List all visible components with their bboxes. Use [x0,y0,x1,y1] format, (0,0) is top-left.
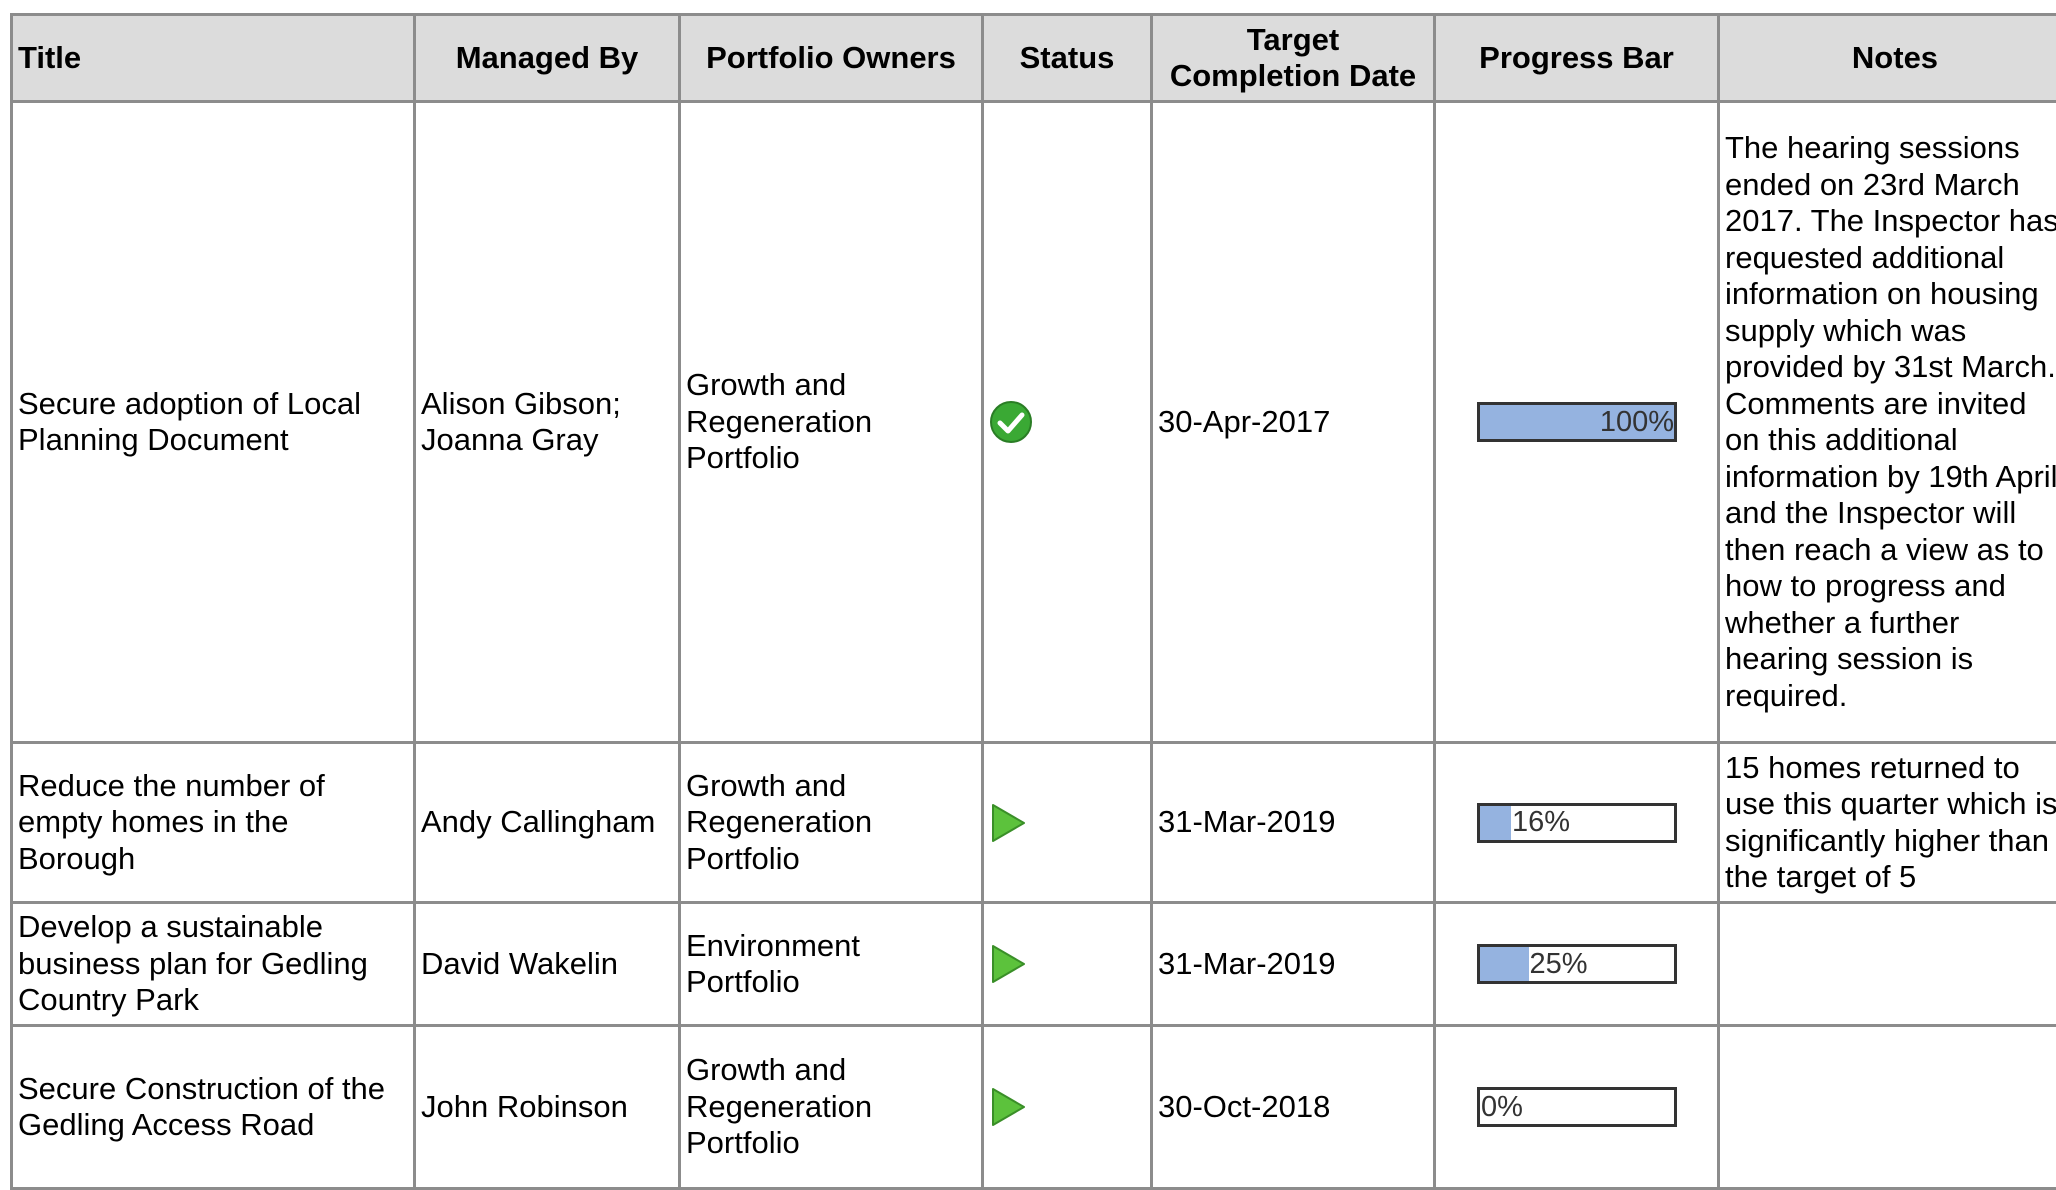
progress-label: 25% [1530,947,1588,981]
row-title: Secure Construction of the Gedling Acces… [12,1026,415,1189]
play-arrow-icon [989,1086,1027,1128]
row-managed-by: David Wakelin [415,903,680,1026]
table-row: Secure adoption of Local Planning Docume… [12,102,2056,743]
row-status [983,1026,1152,1189]
row-title: Develop a sustainable business plan for … [12,903,415,1026]
progress-bar: 25% [1477,944,1677,984]
row-target-date: 30-Oct-2018 [1152,1026,1435,1189]
row-notes: The hearing sessions ended on 23rd March… [1719,102,2056,743]
column-header-title: Title [12,15,415,102]
play-arrow-icon [989,943,1027,985]
column-header-target-date: Target Completion Date [1152,15,1435,102]
row-notes [1719,903,2056,1026]
row-status [983,903,1152,1026]
progress-bar: 0% [1477,1087,1677,1127]
check-circle-icon [989,400,1033,444]
column-header-notes: Notes [1719,15,2056,102]
progress-label: 0% [1481,1090,1523,1124]
row-target-date: 31-Mar-2019 [1152,903,1435,1026]
row-managed-by: Alison Gibson; Joanna Gray [415,102,680,743]
row-status [983,102,1152,743]
table-row: Reduce the number of empty homes in the … [12,743,2056,903]
column-header-managed-by: Managed By [415,15,680,102]
row-target-date: 30-Apr-2017 [1152,102,1435,743]
column-header-status: Status [983,15,1152,102]
progress-bar: 16% [1477,803,1677,843]
row-target-date: 31-Mar-2019 [1152,743,1435,903]
row-managed-by: Andy Callingham [415,743,680,903]
progress-fill [1480,947,1529,981]
header-row: Title Managed By Portfolio Owners Status… [12,15,2056,102]
progress-report-table: Title Managed By Portfolio Owners Status… [10,13,2056,1190]
column-header-progress: Progress Bar [1435,15,1719,102]
row-portfolio: Growth and Regeneration Portfolio [680,743,983,903]
table-row: Secure Construction of the Gedling Acces… [12,1026,2056,1189]
row-status [983,743,1152,903]
row-title: Secure adoption of Local Planning Docume… [12,102,415,743]
play-arrow-icon [989,802,1027,844]
progress-bar: 100% [1477,402,1677,442]
row-notes: 15 homes returned to use this quarter wh… [1719,743,2056,903]
progress-label: 16% [1512,806,1570,840]
row-managed-by: John Robinson [415,1026,680,1189]
progress-label: 100% [1600,405,1674,439]
row-progress: 16% [1435,743,1719,903]
table-row: Develop a sustainable business plan for … [12,903,2056,1026]
row-progress: 100% [1435,102,1719,743]
row-portfolio: Growth and Regeneration Portfolio [680,102,983,743]
column-header-portfolio-owners: Portfolio Owners [680,15,983,102]
progress-fill [1480,806,1511,840]
row-portfolio: Environment Portfolio [680,903,983,1026]
row-portfolio: Growth and Regeneration Portfolio [680,1026,983,1189]
row-notes [1719,1026,2056,1189]
row-progress: 25% [1435,903,1719,1026]
row-progress: 0% [1435,1026,1719,1189]
row-title: Reduce the number of empty homes in the … [12,743,415,903]
